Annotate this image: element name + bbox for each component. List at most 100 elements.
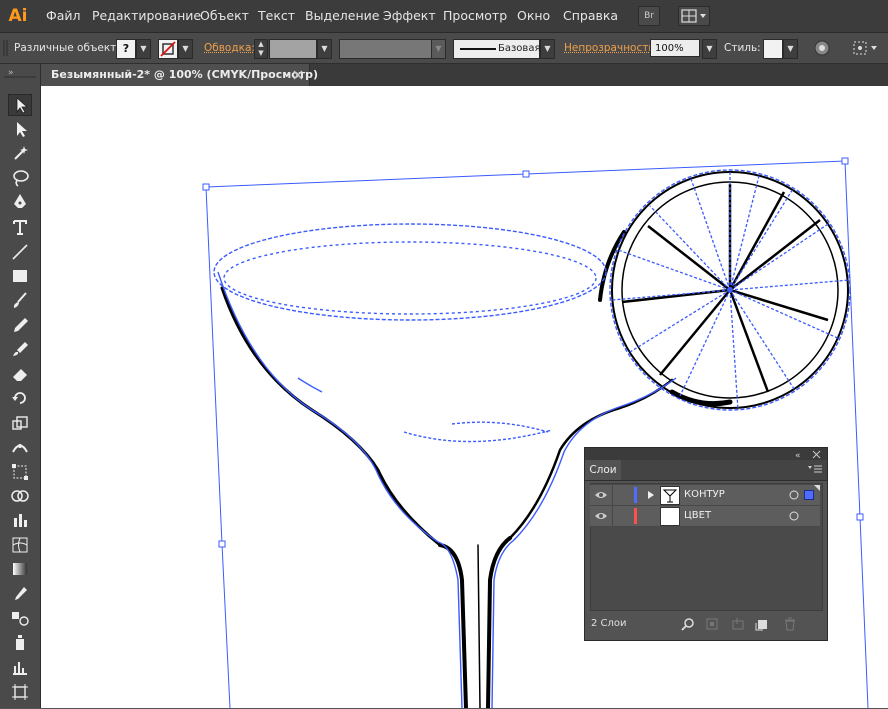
eye-icon[interactable] [594,490,608,500]
line-icon [9,242,31,262]
stroke-weight-stepper[interactable]: ▲ ▼ [254,39,268,59]
shape-builder-tool[interactable] [8,486,32,508]
recolor-artwork-button[interactable] [814,40,830,56]
rotate-tool[interactable] [8,388,32,410]
graph-tool[interactable] [8,510,32,532]
layer-name: ЦВЕТ [684,510,711,521]
corner-triangle-icon [814,485,820,491]
mesh-tool[interactable] [8,535,32,557]
blob-brush-tool[interactable] [8,339,32,361]
panel-menu-icon[interactable] [807,464,823,476]
selection-arrow-icon [9,95,31,115]
layer-thumbnail [660,486,680,505]
magic-wand-tool[interactable] [8,143,32,165]
selection-tool[interactable] [8,94,32,116]
layers-panel-titlebar[interactable]: « [585,448,827,460]
layer-row-cvet[interactable]: ЦВЕТ [590,506,820,527]
stroke-weight-input[interactable] [269,39,317,59]
panel-collapse-icon[interactable]: « [585,448,827,460]
layer-row-kontur[interactable]: КОНТУР [590,485,820,506]
brush-dropdown[interactable]: ▼ [540,39,555,59]
svg-text:«: « [795,451,801,460]
menu-object[interactable]: Объект [200,8,249,23]
menu-help[interactable]: Справка [563,8,618,23]
style-swatch[interactable] [763,39,783,59]
close-icon[interactable] [293,70,303,80]
rectangle-icon [9,266,31,286]
stroke-dropdown[interactable]: ▼ [178,39,193,59]
variable-width-dropdown[interactable]: ▼ [431,39,446,59]
new-sublayer-icon [731,617,745,631]
menu-edit[interactable]: Редактирование [92,8,201,23]
menu-file[interactable]: Файл [46,8,81,23]
menu-select[interactable]: Выделение [305,8,379,23]
bridge-button[interactable]: Br [638,6,660,26]
gradient-icon [9,559,31,579]
make-clipping-mask-button[interactable] [705,617,719,631]
artboard-tool[interactable] [8,682,32,704]
eyedropper-icon [9,584,31,604]
shape-builder-icon [9,486,31,506]
variable-width-profile[interactable] [339,39,433,59]
eraser-icon [9,364,31,384]
stroke-label[interactable]: Обводка: [204,42,255,54]
glass-thumbnail-icon [661,487,679,504]
arrange-icon [679,7,709,25]
opacity-dropdown[interactable]: ▼ [702,39,717,59]
target-circle-icon[interactable] [789,490,799,500]
opacity-input[interactable]: 100% [650,39,700,57]
style-dropdown[interactable]: ▼ [783,39,798,59]
free-transform-tool[interactable] [8,462,32,484]
app-logo: Ai [4,4,32,28]
opacity-label[interactable]: Непрозрачность: [564,42,658,54]
column-graph-icon [9,510,31,530]
pencil-icon [9,315,31,335]
scale-icon [9,413,31,433]
menu-type[interactable]: Текст [258,8,295,23]
rectangle-tool[interactable] [8,266,32,288]
pencil-tool[interactable] [8,315,32,337]
menu-effect[interactable]: Эффект [383,8,436,23]
delete-layer-button[interactable] [783,617,797,631]
new-sublayer-button[interactable] [731,617,745,631]
pen-icon [9,192,31,212]
document-tab-title: Безымянный-2* @ 100% (CMYK/Просмотр) [51,68,318,81]
fill-dropdown[interactable]: ▼ [136,39,151,59]
locate-object-button[interactable] [681,617,695,631]
width-tool[interactable] [8,437,32,459]
direct-selection-tool[interactable] [8,119,32,141]
brush-definition[interactable]: Базовая [453,39,540,59]
symbol-sprayer-icon [9,633,31,653]
paintbrush-icon [9,290,31,310]
stroke-weight-dropdown[interactable]: ▼ [317,39,332,59]
lasso-tool[interactable] [8,168,32,190]
type-icon [9,217,31,237]
column-graph-tool[interactable] [8,657,32,679]
selection-type-label: Различные объекты [14,42,125,54]
blend-tool[interactable] [8,608,32,630]
paintbrush-tool[interactable] [8,290,32,312]
align-options-button[interactable] [852,40,882,56]
stroke-swatch[interactable] [158,39,178,59]
expand-triangle-icon[interactable] [647,490,655,500]
layer-color-swatch [634,508,637,524]
eraser-tool[interactable] [8,364,32,386]
document-tab[interactable]: Безымянный-2* @ 100% (CMYK/Просмотр) [41,64,310,86]
line-segment-tool[interactable] [8,242,32,264]
target-circle-icon[interactable] [789,511,799,521]
arrange-documents-button[interactable] [678,6,710,26]
type-tool[interactable] [8,217,32,239]
eye-icon[interactable] [594,511,608,521]
blob-brush-icon [9,339,31,359]
menu-view[interactable]: Просмотр [443,8,507,23]
fill-swatch[interactable]: ? [116,39,136,59]
pen-tool[interactable] [8,192,32,214]
new-layer-button[interactable] [755,617,769,631]
eyedropper-tool[interactable] [8,584,32,606]
menu-window[interactable]: Окно [517,8,550,23]
scale-tool[interactable] [8,413,32,435]
gradient-tool[interactable] [8,559,32,581]
selection-indicator[interactable] [804,490,814,500]
tab-layers[interactable]: Слои [585,460,621,480]
symbol-sprayer-tool[interactable] [8,633,32,655]
